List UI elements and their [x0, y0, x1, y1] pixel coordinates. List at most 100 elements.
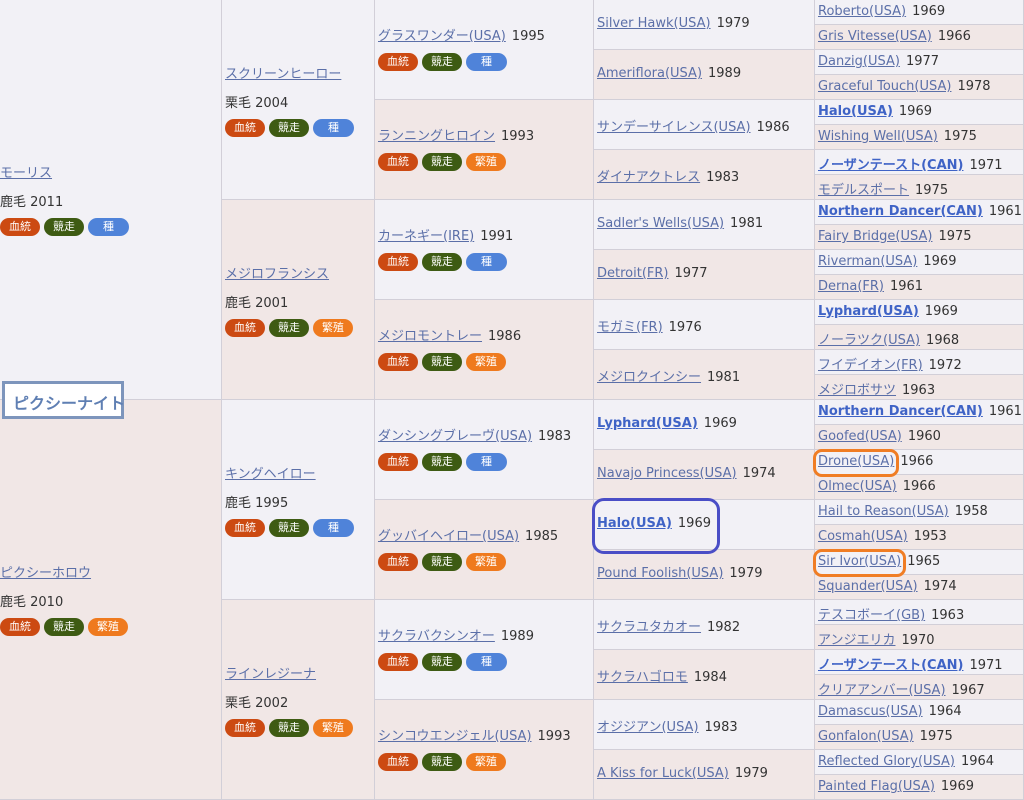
horse-name-link[interactable]: Squander(USA) [818, 579, 918, 594]
blood-badge[interactable]: 血統 [225, 519, 265, 537]
horse-name-link[interactable]: Hail to Reason(USA) [818, 504, 949, 519]
horse-name-link[interactable]: A Kiss for Luck(USA) [597, 766, 729, 781]
horse-name-link[interactable]: Northern Dancer(CAN) [818, 204, 983, 219]
horse-name-link[interactable]: Damascus(USA) [818, 704, 923, 719]
horse-name-link[interactable]: Graceful Touch(USA) [818, 79, 951, 94]
horse-name-link[interactable]: オジジアン(USA) [597, 716, 699, 735]
horse-name-link[interactable]: メジロボサツ [818, 379, 896, 398]
horse-name-link[interactable]: ラインレジーナ [225, 663, 316, 682]
breed-badge[interactable]: 繁殖 [313, 719, 353, 737]
horse-name-link[interactable]: モーリス [0, 162, 52, 181]
stud-badge[interactable]: 種 [466, 253, 507, 271]
stud-badge[interactable]: 種 [466, 53, 507, 71]
horse-name-link[interactable]: ノーラツク(USA) [818, 329, 920, 348]
horse-name-link[interactable]: Reflected Glory(USA) [818, 754, 955, 769]
horse-name-link[interactable]: ピクシーホロウ [0, 562, 91, 581]
blood-badge[interactable]: 血統 [225, 319, 265, 337]
blood-badge[interactable]: 血統 [0, 218, 40, 236]
horse-name-link[interactable]: Ameriflora(USA) [597, 66, 702, 81]
horse-name-link[interactable]: Lyphard(USA) [818, 304, 919, 319]
horse-name-link[interactable]: Northern Dancer(CAN) [818, 404, 983, 419]
horse-name-link[interactable]: Sir Ivor(USA) [818, 554, 901, 569]
blood-badge[interactable]: 血統 [225, 119, 265, 137]
horse-name-link[interactable]: サクラバクシンオー [378, 625, 495, 644]
horse-name-link[interactable]: Wishing Well(USA) [818, 129, 938, 144]
stud-badge[interactable]: 種 [88, 218, 129, 236]
horse-name-link[interactable]: ノーザンテースト(CAN) [818, 654, 963, 673]
race-badge[interactable]: 競走 [44, 618, 84, 636]
stud-badge[interactable]: 種 [466, 453, 507, 471]
horse-name-link[interactable]: ノーザンテースト(CAN) [818, 154, 963, 173]
horse-name-link[interactable]: グラスワンダー(USA) [378, 25, 506, 44]
race-badge[interactable]: 競走 [422, 653, 462, 671]
horse-name-link[interactable]: Roberto(USA) [818, 4, 906, 19]
stud-badge[interactable]: 種 [313, 119, 354, 137]
breed-badge[interactable]: 繁殖 [466, 753, 506, 771]
horse-name-link[interactable]: サクラユタカオー [597, 616, 701, 635]
horse-name-link[interactable]: キングヘイロー [225, 463, 316, 482]
horse-name-link[interactable]: Riverman(USA) [818, 254, 917, 269]
race-badge[interactable]: 競走 [269, 519, 309, 537]
horse-name-link[interactable]: メジロモントレー [378, 325, 482, 344]
horse-name-link[interactable]: フイデイオン(FR) [818, 354, 923, 373]
race-badge[interactable]: 競走 [269, 319, 309, 337]
breed-badge[interactable]: 繁殖 [313, 319, 353, 337]
horse-name-link[interactable]: Painted Flag(USA) [818, 779, 935, 794]
blood-badge[interactable]: 血統 [378, 53, 418, 71]
horse-name-link[interactable]: ダンシングブレーヴ(USA) [378, 425, 532, 444]
blood-badge[interactable]: 血統 [378, 653, 418, 671]
horse-name-link[interactable]: サクラハゴロモ [597, 666, 688, 685]
horse-name-link[interactable]: Detroit(FR) [597, 266, 668, 281]
race-badge[interactable]: 競走 [422, 353, 462, 371]
stud-badge[interactable]: 種 [466, 653, 507, 671]
horse-name-link[interactable]: Derna(FR) [818, 279, 884, 294]
horse-name-link[interactable]: Fairy Bridge(USA) [818, 229, 932, 244]
horse-name-link[interactable]: モガミ(FR) [597, 316, 663, 335]
race-badge[interactable]: 競走 [422, 53, 462, 71]
blood-badge[interactable]: 血統 [378, 253, 418, 271]
horse-name-link[interactable]: Lyphard(USA) [597, 416, 698, 431]
race-badge[interactable]: 競走 [269, 119, 309, 137]
blood-badge[interactable]: 血統 [225, 719, 265, 737]
race-badge[interactable]: 競走 [422, 453, 462, 471]
horse-name-link[interactable]: Sadler's Wells(USA) [597, 216, 724, 231]
horse-name-link[interactable]: Halo(USA) [597, 516, 672, 531]
horse-name-link[interactable]: アンジエリカ [818, 629, 895, 648]
race-badge[interactable]: 競走 [422, 153, 462, 171]
horse-name-link[interactable]: スクリーンヒーロー [225, 63, 341, 82]
race-badge[interactable]: 競走 [269, 719, 309, 737]
horse-name-link[interactable]: Halo(USA) [818, 104, 893, 119]
horse-name-link[interactable]: シンコウエンジェル(USA) [378, 725, 532, 744]
horse-name-link[interactable]: グッバイヘイロー(USA) [378, 525, 519, 544]
horse-name-link[interactable]: ランニングヒロイン [378, 125, 495, 144]
horse-name-link[interactable]: Cosmah(USA) [818, 529, 908, 544]
horse-name-link[interactable]: Drone(USA) [818, 454, 894, 469]
blood-badge[interactable]: 血統 [0, 618, 40, 636]
race-badge[interactable]: 競走 [422, 753, 462, 771]
horse-name-link[interactable]: ダイナアクトレス [597, 166, 700, 185]
breed-badge[interactable]: 繁殖 [466, 153, 506, 171]
breed-badge[interactable]: 繁殖 [466, 553, 506, 571]
horse-name-link[interactable]: サンデーサイレンス(USA) [597, 116, 751, 135]
horse-name-link[interactable]: Goofed(USA) [818, 429, 902, 444]
horse-name-link[interactable]: メジロフランシス [225, 263, 329, 282]
horse-name-link[interactable]: Pound Foolish(USA) [597, 566, 723, 581]
horse-name-link[interactable]: メジロクインシー [597, 366, 701, 385]
breed-badge[interactable]: 繁殖 [88, 618, 128, 636]
horse-name-link[interactable]: Gonfalon(USA) [818, 729, 914, 744]
race-badge[interactable]: 競走 [44, 218, 84, 236]
blood-badge[interactable]: 血統 [378, 753, 418, 771]
blood-badge[interactable]: 血統 [378, 553, 418, 571]
blood-badge[interactable]: 血統 [378, 153, 418, 171]
horse-name-link[interactable]: Silver Hawk(USA) [597, 16, 711, 31]
race-badge[interactable]: 競走 [422, 553, 462, 571]
race-badge[interactable]: 競走 [422, 253, 462, 271]
horse-name-link[interactable]: Olmec(USA) [818, 479, 897, 494]
stud-badge[interactable]: 種 [313, 519, 354, 537]
blood-badge[interactable]: 血統 [378, 453, 418, 471]
horse-name-link[interactable]: クリアアンバー(USA) [818, 679, 946, 698]
horse-name-link[interactable]: Danzig(USA) [818, 54, 900, 69]
horse-name-link[interactable]: カーネギー(IRE) [378, 225, 474, 244]
horse-name-link[interactable]: Gris Vitesse(USA) [818, 29, 932, 44]
horse-name-link[interactable]: テスコボーイ(GB) [818, 604, 925, 623]
